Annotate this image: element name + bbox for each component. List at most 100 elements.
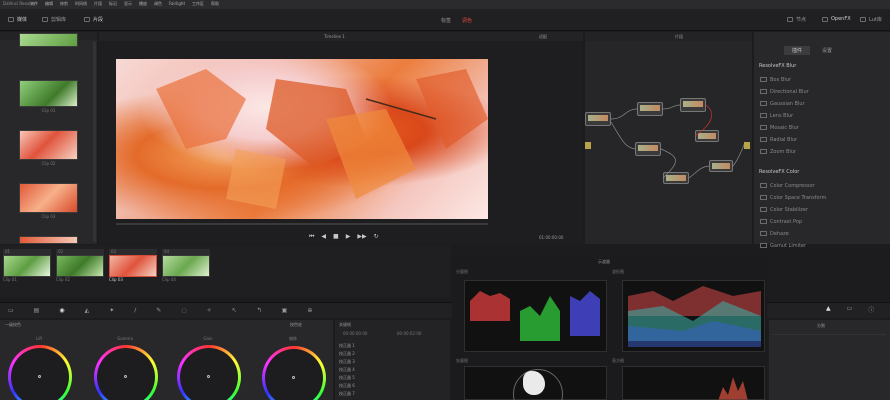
openfx-item[interactable]: Radial Blur <box>760 135 884 144</box>
lift-wheel[interactable] <box>8 345 72 400</box>
library-button[interactable]: 剪辑库 <box>42 16 66 23</box>
strip-clip-1[interactable]: 01 Clip 01 <box>3 249 51 282</box>
openfx-section-title: ResolveFX Blur <box>759 63 797 69</box>
keyframe-row[interactable]: 校正器 7 <box>339 390 355 398</box>
loop-icon[interactable]: ↻ <box>374 233 379 241</box>
tracker-icon[interactable]: ✧ <box>207 307 212 314</box>
menu-help[interactable]: 帮助 <box>211 1 219 9</box>
menu-trim[interactable]: 修剪 <box>60 1 68 9</box>
keyframe-row[interactable]: 校正器 3 <box>339 358 355 366</box>
lut-label: Lut库 <box>869 17 882 23</box>
toolbar-center-label[interactable]: 标签 <box>441 17 451 24</box>
menu-fairlight[interactable]: Fairlight <box>169 1 185 9</box>
menu-timeline[interactable]: 时间线 <box>75 1 87 9</box>
menu-workspace[interactable]: 工作区 <box>192 1 204 9</box>
effect-icon <box>760 125 767 130</box>
menu-playback[interactable]: 播放 <box>139 1 147 9</box>
stop-icon[interactable]: ■ <box>333 233 339 241</box>
qualifier-icon[interactable]: ✎ <box>156 307 161 314</box>
lut-button[interactable]: Lut库 <box>860 16 882 23</box>
openfx-item[interactable]: Zoom Blur <box>760 147 884 156</box>
openfx-item[interactable]: Gamut Limiter <box>760 241 884 250</box>
menu-file[interactable]: 文件 <box>30 1 38 9</box>
menu-mark[interactable]: 标记 <box>109 1 117 9</box>
gamma-wheel[interactable] <box>94 345 158 400</box>
openfx-item[interactable]: Contrast Pop <box>760 217 884 226</box>
bin-clip-3[interactable]: Clip 03 <box>19 183 78 219</box>
bin-clip-4[interactable] <box>19 236 78 244</box>
openfx-item[interactable]: Directional Blur <box>760 87 884 96</box>
openfx-item[interactable]: Lens Blur <box>760 111 884 120</box>
effect-icon <box>760 219 767 224</box>
clips-button[interactable]: 片段 <box>84 16 103 23</box>
menu-bar: 文件 编辑 修剪 时间线 片段 标记 显示 播放 调色 Fairlight 工作… <box>30 1 219 9</box>
openfx-item[interactable]: Dehaze <box>760 229 884 238</box>
nodes-button[interactable]: 节点 <box>787 16 806 23</box>
strip-clip-3[interactable]: 03 Clip 03 <box>109 249 157 282</box>
motion-icon[interactable]: ✦ <box>109 307 114 314</box>
color-wheels-mode[interactable]: 校色轮 <box>290 322 302 328</box>
scopes-panel: 示波器 分量图 波形图 矢量图 直方图 <box>452 258 767 400</box>
openfx-item[interactable]: Color Space Transform <box>760 193 884 202</box>
bin-clip-top[interactable] <box>19 33 78 47</box>
wheel-gamma[interactable]: Gamma <box>94 336 158 400</box>
color-page-label[interactable]: 调色 <box>462 17 472 24</box>
bin-clip-2[interactable]: Clip 02 <box>19 130 78 166</box>
wheel-lift[interactable]: Lift <box>8 336 72 400</box>
skip-back-icon[interactable]: ⏮ <box>309 233 314 241</box>
gain-wheel[interactable] <box>177 345 241 400</box>
openfx-item[interactable]: Color Compressor <box>760 181 884 190</box>
menu-edit[interactable]: 编辑 <box>45 1 53 9</box>
keyframe-row[interactable]: 校正器 5 <box>339 374 355 382</box>
openfx-label: OpenFX <box>831 16 851 22</box>
media-button[interactable]: 媒体 <box>8 16 27 23</box>
curves-icon[interactable]: ∕ <box>134 307 136 314</box>
key-icon[interactable]: ↰ <box>257 307 262 314</box>
window-icon[interactable]: ◌ <box>181 307 186 314</box>
menu-view[interactable]: 显示 <box>124 1 132 9</box>
camera-raw-icon[interactable]: ▭ <box>8 307 14 314</box>
strip-clip-4[interactable]: 04 Clip 04 <box>162 249 210 282</box>
rgb-mixer-icon[interactable]: ◭ <box>85 307 90 314</box>
effect-icon <box>760 77 767 82</box>
strip-clip-2[interactable]: 02 Clip 02 <box>56 249 104 282</box>
bin-clip-1[interactable]: Clip 01 <box>19 80 78 113</box>
keyframes-icon[interactable]: ▲ <box>826 305 831 314</box>
wheel-label: Gain <box>203 336 213 341</box>
wheel-offset[interactable]: 偏移 <box>262 336 326 400</box>
effect-icon <box>760 137 767 142</box>
openfx-item[interactable]: Gaussian Blur <box>760 99 884 108</box>
scopes-toggle-icon[interactable]: ▭ <box>847 305 853 314</box>
wheel-gain[interactable]: Gain <box>177 336 241 400</box>
right-tool-icons: ▲ ▭ ⓘ <box>826 305 874 314</box>
step-back-icon[interactable]: ◀ <box>321 233 326 241</box>
wheels-icon[interactable]: ◉ <box>59 307 64 314</box>
keyframe-row[interactable]: 校正器 4 <box>339 366 355 374</box>
offset-wheel[interactable] <box>262 346 326 400</box>
nodes-label: 节点 <box>796 17 807 23</box>
menu-color[interactable]: 调色 <box>154 1 162 9</box>
openfx-button[interactable]: OpenFX <box>822 16 851 22</box>
openfx-tab-plugins[interactable]: 插件 <box>784 46 811 55</box>
viewer-scrub[interactable] <box>116 223 488 225</box>
keyframe-row[interactable]: 校正器 2 <box>339 350 355 358</box>
menu-clip[interactable]: 片段 <box>94 1 102 9</box>
keyframe-row[interactable]: 校正器 6 <box>339 382 355 390</box>
step-forward-icon[interactable]: ▶▶ <box>357 233 366 241</box>
keyframe-row[interactable]: 校正器 1 <box>339 342 355 350</box>
openfx-item[interactable]: Box Blur <box>760 75 884 84</box>
openfx-tab-settings[interactable]: 设置 <box>814 46 840 55</box>
color-match-icon[interactable]: ▤ <box>34 307 40 314</box>
bin-scrollbar[interactable] <box>93 42 96 242</box>
openfx-item[interactable]: Mosaic Blur <box>760 123 884 132</box>
zoom-label[interactable]: 适配 <box>539 34 547 40</box>
viewer-image <box>116 59 488 219</box>
sizing-icon[interactable]: ▣ <box>282 307 288 314</box>
color-wheels-title: 一级校色 <box>5 322 21 327</box>
openfx-item[interactable]: Color Stabilizer <box>760 205 884 214</box>
play-icon[interactable]: ▶ <box>346 233 351 241</box>
timeline-label[interactable]: Timeline 1 <box>324 34 345 39</box>
3d-icon[interactable]: ⊕ <box>307 307 312 314</box>
blur-icon[interactable]: ↖ <box>232 307 237 314</box>
info-icon[interactable]: ⓘ <box>868 305 874 314</box>
